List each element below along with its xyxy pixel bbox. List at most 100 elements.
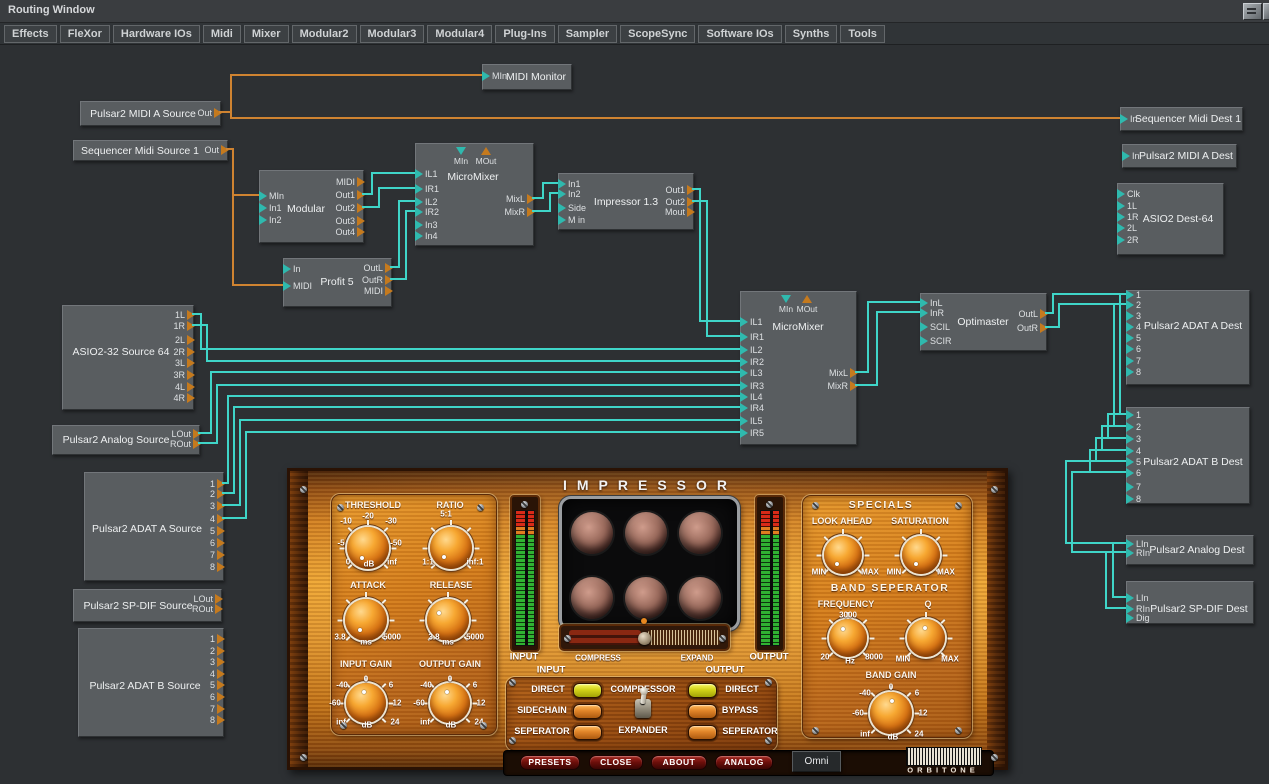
port-pulsar2-adat-b-source-6[interactable]: 6 <box>210 692 225 702</box>
port-optimaster-outr[interactable]: OutR <box>1017 323 1048 333</box>
port-pulsar2-adat-b-source-2[interactable]: 2 <box>210 646 225 656</box>
port-micromixer-2-il1[interactable]: IL1 <box>740 317 763 327</box>
port-micromixer-1-ir1[interactable]: IR1 <box>415 184 439 194</box>
presets-button[interactable]: PRESETS <box>520 755 580 770</box>
module-impressor-module[interactable]: Impressor 1.3In1In2SideM inOut1Out2Mout <box>558 173 694 230</box>
port-modular-out1[interactable]: Out1 <box>335 190 365 200</box>
port-micromixer-2-il3[interactable]: IL3 <box>740 368 763 378</box>
port-pulsar2-adat-b-dest-6[interactable]: 6 <box>1126 468 1141 478</box>
module-pulsar2-midi-a-dest[interactable]: Pulsar2 MIDI A DestIn <box>1122 144 1237 168</box>
saturation-knob[interactable] <box>902 536 940 574</box>
port-pulsar2-adat-b-dest-1[interactable]: 1 <box>1126 410 1141 420</box>
module-asio2-dest-64[interactable]: ASIO2 Dest-64Clk1L1R2L2R <box>1117 183 1224 255</box>
port-profit-5-outr[interactable]: OutR <box>362 275 393 285</box>
wire-25[interactable] <box>1114 304 1126 426</box>
port-micromixer-1-ir2[interactable]: IR2 <box>415 207 439 217</box>
port-pulsar2-adat-b-dest-2[interactable]: 2 <box>1126 422 1141 432</box>
wire-33[interactable] <box>1106 552 1126 608</box>
module-profit-5[interactable]: Profit 5InMIDIOutLOutRMIDI <box>283 258 392 307</box>
port-modular-in1[interactable]: In1 <box>259 203 282 213</box>
port-impressor-module-side[interactable]: Side <box>558 203 586 213</box>
port-pulsar2-sp-dif-source-rout[interactable]: ROut <box>192 604 223 614</box>
port-profit-5-in[interactable]: In <box>283 264 301 274</box>
module-pulsar2-adat-b-source[interactable]: Pulsar2 ADAT B Source12345678 <box>78 628 224 737</box>
port-micromixer-2-il5[interactable]: IL5 <box>740 416 763 426</box>
port-profit-5-midi[interactable]: MIDI <box>364 286 393 296</box>
port-pulsar2-adat-b-source-5[interactable]: 5 <box>210 680 225 690</box>
port-asio2-dest-64-1r[interactable]: 1R <box>1117 212 1139 222</box>
port-asio2-32-source-64-1r[interactable]: 1R <box>173 321 195 331</box>
port-optimaster-inl[interactable]: InL <box>920 298 943 308</box>
port-pulsar2-adat-a-source-7[interactable]: 7 <box>210 550 225 560</box>
wire-32[interactable] <box>1113 543 1126 597</box>
module-pulsar2-sp-dif-dest[interactable]: Pulsar2 SP-DIF DestLInRInDig <box>1126 581 1254 624</box>
port-pulsar2-adat-a-dest-3[interactable]: 3 <box>1126 311 1141 321</box>
tab-modular4[interactable]: Modular4 <box>427 25 492 43</box>
port-pulsar2-sp-dif-dest-dig[interactable]: Dig <box>1126 613 1150 623</box>
tab-modular3[interactable]: Modular3 <box>360 25 425 43</box>
port-pulsar2-adat-b-dest-3[interactable]: 3 <box>1126 434 1141 444</box>
port-pulsar2-adat-a-dest-6[interactable]: 6 <box>1126 344 1141 354</box>
port-pulsar2-adat-a-source-4[interactable]: 4 <box>210 514 225 524</box>
output-seperator-button[interactable] <box>688 725 717 740</box>
port-pulsar2-midi-a-source-out[interactable]: Out <box>197 108 222 118</box>
port-pulsar2-adat-a-source-5[interactable]: 5 <box>210 526 225 536</box>
port-pulsar2-adat-b-dest-8[interactable]: 8 <box>1126 494 1141 504</box>
tab-hardware-ios[interactable]: Hardware IOs <box>113 25 200 43</box>
port-pulsar2-sp-dif-dest-lin[interactable]: LIn <box>1126 593 1149 603</box>
module-asio2-32-source-64[interactable]: ASIO2-32 Source 641L1R2L2R3L3R4L4R <box>62 305 194 410</box>
port-pulsar2-adat-b-source-8[interactable]: 8 <box>210 715 225 725</box>
port-micromixer-2-ir2[interactable]: IR2 <box>740 357 764 367</box>
port-pulsar2-adat-a-dest-8[interactable]: 8 <box>1126 367 1141 377</box>
port-pulsar2-adat-b-dest-4[interactable]: 4 <box>1126 446 1141 456</box>
input-sidechain-button[interactable] <box>573 704 602 719</box>
module-pulsar2-analog-source[interactable]: Pulsar2 Analog SourceLOutROut <box>52 425 200 455</box>
meter-center-knob[interactable] <box>638 632 651 645</box>
port-pulsar2-adat-a-source-1[interactable]: 1 <box>210 479 225 489</box>
module-modular[interactable]: ModularMInIn1In2MIDIOut1Out2Out3Out4 <box>259 170 364 243</box>
wire-21[interactable] <box>855 312 920 385</box>
port-pulsar2-adat-b-dest-7[interactable]: 7 <box>1126 482 1141 492</box>
tab-scopesync[interactable]: ScopeSync <box>620 25 695 43</box>
port-profit-5-outl[interactable]: OutL <box>363 263 393 273</box>
wire-4[interactable] <box>362 173 415 194</box>
port-micromixer-2-ir5[interactable]: IR5 <box>740 428 764 438</box>
wire-14[interactable] <box>198 372 740 433</box>
port-impressor-module-out2[interactable]: Out2 <box>665 197 695 207</box>
tab-flexor[interactable]: FleXor <box>60 25 110 43</box>
port-optimaster-scil[interactable]: SCIL <box>920 322 950 332</box>
window-edge-button[interactable] <box>1263 3 1269 20</box>
wire-11[interactable] <box>692 201 740 336</box>
wire-8[interactable] <box>532 183 558 198</box>
wire-30[interactable] <box>1066 461 1126 543</box>
port-micromixer-2-ir3[interactable]: IR3 <box>740 381 764 391</box>
module-micromixer-2[interactable]: MicroMixerIL1IR1IL2IR2IL3IR3IL4IR4IL5IR5… <box>740 291 857 445</box>
port-optimaster-outl[interactable]: OutL <box>1018 309 1048 319</box>
port-micromixer-1-top-min[interactable] <box>456 147 466 157</box>
tab-modular2[interactable]: Modular2 <box>292 25 357 43</box>
module-micromixer-1[interactable]: MicroMixerIL1IR1IL2IR2In3In4MixLMixRMInM… <box>415 143 534 246</box>
module-pulsar2-midi-a-source[interactable]: Pulsar2 MIDI A SourceOut <box>80 101 221 126</box>
wire-31[interactable] <box>1072 472 1126 552</box>
port-impressor-module-in2[interactable]: In2 <box>558 189 581 199</box>
port-micromixer-2-ir1[interactable]: IR1 <box>740 332 764 342</box>
wire-28[interactable] <box>1096 438 1126 461</box>
window-menu-button[interactable] <box>1243 3 1262 20</box>
module-sequencer-midi-dest-1[interactable]: Sequencer Midi Dest 1In <box>1120 107 1243 131</box>
port-pulsar2-adat-a-dest-7[interactable]: 7 <box>1126 356 1141 366</box>
port-asio2-dest-64-2r[interactable]: 2R <box>1117 235 1139 245</box>
wire-23[interactable] <box>1045 304 1126 327</box>
port-pulsar2-adat-b-dest-5[interactable]: 5 <box>1126 457 1141 467</box>
wire-26[interactable] <box>1108 414 1126 438</box>
wire-13[interactable] <box>192 325 740 361</box>
port-micromixer-2-mixl[interactable]: MixL <box>829 368 858 378</box>
about-button[interactable]: ABOUT <box>651 755 707 770</box>
port-pulsar2-midi-a-dest-in[interactable]: In <box>1122 151 1140 161</box>
port-micromixer-1-in4[interactable]: In4 <box>415 231 438 241</box>
tab-mixer[interactable]: Mixer <box>244 25 289 43</box>
tab-effects[interactable]: Effects <box>4 25 57 43</box>
wire-20[interactable] <box>855 302 920 372</box>
port-modular-out2[interactable]: Out2 <box>335 203 365 213</box>
output-bypass-button[interactable] <box>688 704 717 719</box>
port-micromixer-2-il4[interactable]: IL4 <box>740 392 763 402</box>
